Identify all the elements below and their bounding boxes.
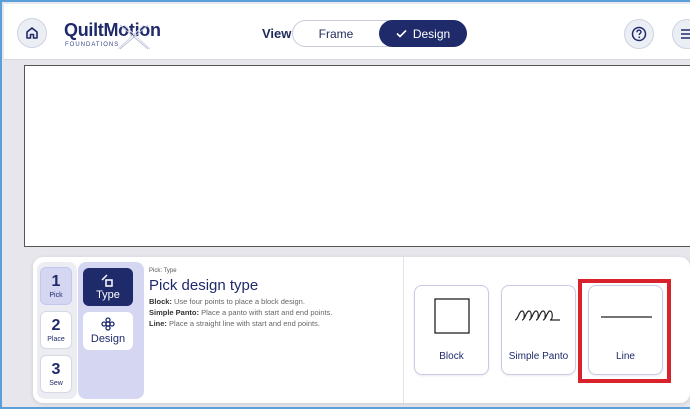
loops-icon <box>514 310 560 321</box>
design-type-label: Simple Panto <box>508 351 569 362</box>
panel-divider <box>403 257 404 403</box>
home-icon <box>26 27 38 39</box>
block-description: Block: Use four points to place a block … <box>149 297 399 307</box>
block-term: Block: <box>149 297 172 306</box>
breadcrumb: Pick: Type <box>149 268 177 274</box>
step-place[interactable]: 2 Place <box>40 311 72 349</box>
step-number: 1 <box>51 272 61 290</box>
substep-type[interactable]: Type <box>83 268 133 306</box>
line-text: Place a straight line with start and end… <box>169 319 320 328</box>
design-icon <box>101 317 115 331</box>
square-icon <box>434 298 470 334</box>
design-type-block[interactable]: Block <box>414 285 489 375</box>
step-rail: 1 Pick 2 Place 3 Sew <box>37 262 77 399</box>
step-pick[interactable]: 1 Pick <box>40 267 72 305</box>
design-type-label: Block <box>439 351 464 362</box>
home-button[interactable] <box>17 18 47 48</box>
block-text: Use four points to place a block design. <box>174 297 305 306</box>
logo-subtitle: FOUNDATIONS <box>65 42 120 48</box>
view-toggle: Frame Design <box>292 20 467 47</box>
logo-x-mark <box>117 24 151 50</box>
step-sew[interactable]: 3 Sew <box>40 355 72 393</box>
app-logo: QuiltMotion FOUNDATIONS <box>64 20 161 50</box>
line-description: Line: Place a straight line with start a… <box>149 319 399 329</box>
type-icon <box>101 273 113 287</box>
view-design-button[interactable]: Design <box>379 20 467 47</box>
step-label: Pick <box>49 291 63 299</box>
page-title: Pick design type <box>149 277 259 294</box>
panto-text: Place a panto with start and end points. <box>201 308 333 317</box>
substep-design[interactable]: Design <box>83 312 133 350</box>
design-type-simple-panto[interactable]: Simple Panto <box>501 285 576 375</box>
menu-button[interactable] <box>672 19 690 49</box>
step-label: Sew <box>49 379 63 387</box>
instructions: Pick: Type Pick design type Block: Use f… <box>149 268 399 329</box>
view-label: View <box>262 26 292 41</box>
line-term: Line: <box>149 319 167 328</box>
top-bar: QuiltMotion FOUNDATIONS View Frame Desig… <box>4 4 690 60</box>
panto-description: Simple Panto: Place a panto with start a… <box>149 308 399 318</box>
step-number: 3 <box>51 360 61 378</box>
help-button[interactable] <box>624 19 654 49</box>
substep-type-label: Type <box>96 288 120 301</box>
hamburger-menu-icon <box>681 29 690 39</box>
selection-highlight <box>578 279 671 383</box>
step-number: 2 <box>51 316 61 334</box>
view-design-label: Design <box>412 26 451 41</box>
panto-term: Simple Panto: <box>149 308 200 317</box>
checkmark-icon <box>396 29 407 38</box>
view-frame-button[interactable]: Frame <box>293 21 379 46</box>
view-frame-label: Frame <box>318 26 354 41</box>
step-label: Place <box>47 335 65 343</box>
substep-rail: Type Design <box>78 262 144 399</box>
substep-design-label: Design <box>90 333 126 345</box>
design-canvas[interactable] <box>24 65 690 247</box>
help-icon <box>631 26 647 42</box>
